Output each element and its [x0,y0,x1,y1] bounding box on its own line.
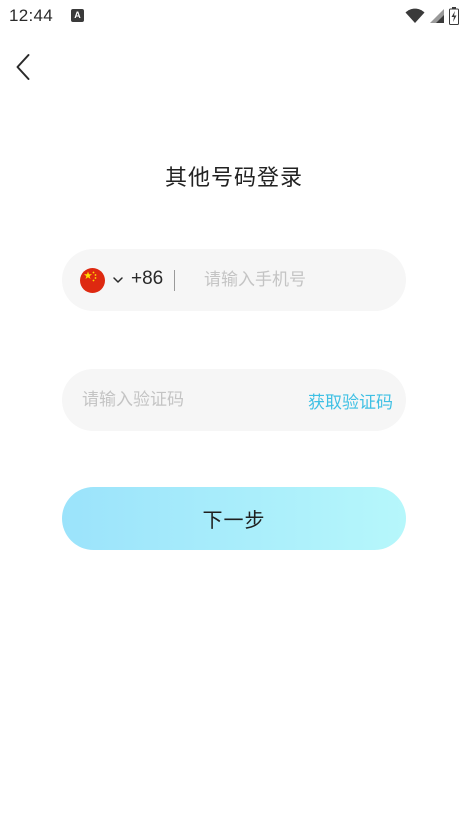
wifi-icon [405,8,425,23]
status-icons [405,7,459,25]
get-code-button[interactable]: 获取验证码 [308,388,393,413]
status-bar: 12:44 A [0,0,468,32]
back-button[interactable] [8,52,38,82]
chevron-down-icon[interactable] [111,274,125,286]
chevron-left-icon [16,54,30,80]
code-field: 获取验证码 [62,369,406,431]
field-divider [174,270,175,291]
a-icon: A [71,9,84,22]
phone-input[interactable] [192,264,416,296]
battery-icon [449,7,459,25]
page-title: 其他号码登录 [164,166,303,191]
status-time: 12:44 [9,6,54,25]
china-flag-icon[interactable] [80,268,105,293]
country-code[interactable]: +86 [131,268,163,290]
signal-icon [430,9,444,23]
code-input[interactable] [76,384,298,416]
phone-field: +86 [62,249,416,311]
next-button[interactable]: 下一步 [62,487,406,550]
